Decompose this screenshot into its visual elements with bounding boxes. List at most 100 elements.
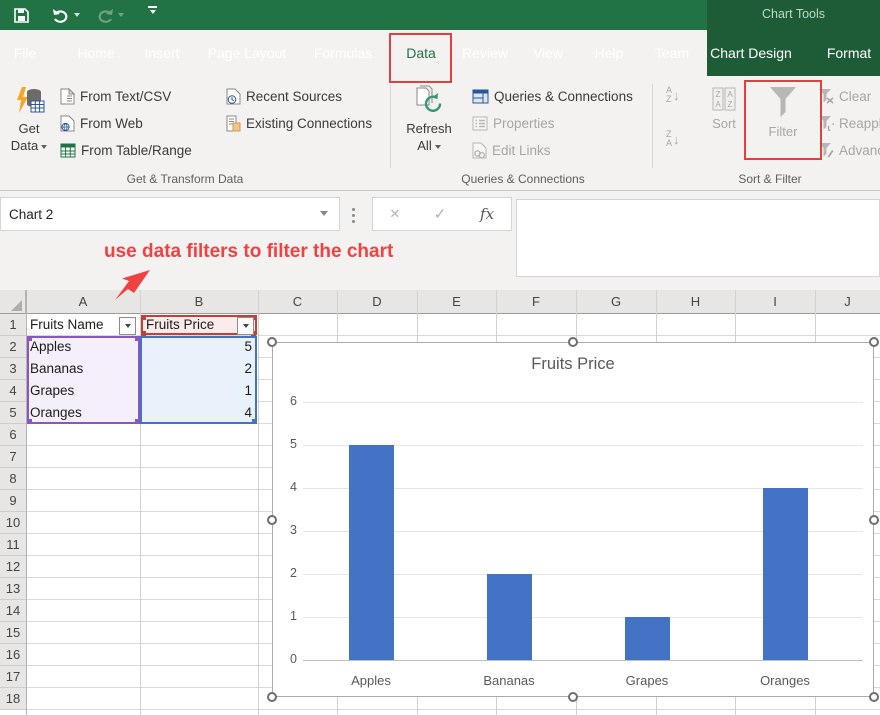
row-header-17[interactable]: 17 <box>0 666 26 688</box>
tab-formulas[interactable]: Formulas <box>306 30 380 76</box>
get-data-button[interactable]: Get Data <box>2 82 56 170</box>
chart-selection-handle[interactable] <box>267 337 277 347</box>
row-header-10[interactable]: 10 <box>0 512 26 534</box>
sort-button[interactable]: ZA AZ Sort <box>698 82 750 170</box>
range-handle-purple[interactable] <box>27 419 32 424</box>
column-header-d[interactable]: D <box>337 290 417 314</box>
row-header-4[interactable]: 4 <box>0 380 26 402</box>
column-header-e[interactable]: E <box>417 290 496 314</box>
chart-bar-oranges[interactable] <box>763 488 808 660</box>
tab-team[interactable]: Team <box>644 30 700 76</box>
row-header-13[interactable]: 13 <box>0 578 26 600</box>
row-header-5[interactable]: 5 <box>0 402 26 424</box>
column-header-j[interactable]: J <box>815 290 880 314</box>
from-web-button[interactable]: From Web <box>60 111 143 135</box>
row-header-9[interactable]: 9 <box>0 490 26 512</box>
chart-selection-handle[interactable] <box>568 692 578 702</box>
name-box-dropdown-icon[interactable] <box>320 211 328 216</box>
cell-b2[interactable]: 5 <box>150 336 252 358</box>
tab-review[interactable]: Review <box>454 30 516 76</box>
column-header-c[interactable]: C <box>258 290 337 314</box>
recent-sources-button[interactable]: Recent Sources <box>226 84 342 108</box>
tab-chart-design[interactable]: Chart Design <box>708 30 794 76</box>
chart-selection-handle[interactable] <box>869 692 879 702</box>
chart-selection-handle[interactable] <box>568 337 578 347</box>
cell-a2[interactable]: Apples <box>30 336 130 358</box>
advanced-filter-button[interactable]: Advanced <box>818 138 880 162</box>
tab-view[interactable]: View <box>522 30 574 76</box>
row-header-12[interactable]: 12 <box>0 556 26 578</box>
reapply-filter-button[interactable]: Reapply <box>818 111 880 135</box>
existing-connections-button[interactable]: Existing Connections <box>226 111 372 135</box>
cell-a4[interactable]: Grapes <box>30 380 130 402</box>
sort-ascending-button[interactable]: AZ↓ <box>666 86 680 104</box>
from-text-csv-button[interactable]: From Text/CSV <box>60 84 171 108</box>
redo-button[interactable] <box>96 6 124 24</box>
tab-insert[interactable]: Insert <box>136 30 188 76</box>
column-header-h[interactable]: H <box>656 290 735 314</box>
row-header-11[interactable]: 11 <box>0 534 26 556</box>
range-handle-purple[interactable] <box>27 336 32 341</box>
filter-dropdown-fruits-name[interactable] <box>119 317 136 335</box>
column-header-i[interactable]: I <box>735 290 815 314</box>
enter-icon[interactable]: ✓ <box>434 205 447 223</box>
row-header-18[interactable]: 18 <box>0 688 26 710</box>
edit-links-button[interactable]: Edit Links <box>472 138 551 162</box>
row-header-3[interactable]: 3 <box>0 358 26 380</box>
range-handle-purple[interactable] <box>135 419 140 424</box>
row-header-1[interactable]: 1 <box>0 314 26 336</box>
undo-dropdown-icon[interactable] <box>74 13 80 17</box>
tab-help[interactable]: Help <box>584 30 634 76</box>
column-header-g[interactable]: G <box>576 290 656 314</box>
fruits-price-chart[interactable]: Fruits Price 0123456ApplesBananasGrapesO… <box>272 342 874 697</box>
tab-file[interactable]: File <box>4 30 46 76</box>
properties-button[interactable]: Properties <box>472 111 555 135</box>
from-table-range-button[interactable]: From Table/Range <box>60 138 192 162</box>
cell-b3[interactable]: 2 <box>150 358 252 380</box>
insert-function-icon[interactable]: fx <box>480 205 494 223</box>
clear-filter-button[interactable]: Clear <box>818 84 871 108</box>
redo-dropdown-icon[interactable] <box>118 13 124 17</box>
tab-format[interactable]: Format <box>818 30 880 76</box>
cell-a1[interactable]: Fruits Name <box>30 314 116 336</box>
cell-a5[interactable]: Oranges <box>30 402 130 424</box>
row-header-15[interactable]: 15 <box>0 622 26 644</box>
chart-selection-handle[interactable] <box>267 692 277 702</box>
undo-button[interactable] <box>52 6 80 24</box>
chart-bar-bananas[interactable] <box>487 574 532 660</box>
cell-a3[interactable]: Bananas <box>30 358 130 380</box>
range-handle-blue[interactable] <box>252 419 257 424</box>
chart-selection-handle[interactable] <box>869 337 879 347</box>
cancel-icon[interactable]: × <box>390 204 400 224</box>
refresh-all-button[interactable]: Refresh All <box>398 82 460 170</box>
chart-selection-handle[interactable] <box>267 515 277 525</box>
range-handle-red[interactable] <box>141 331 146 336</box>
save-button[interactable] <box>14 6 29 24</box>
tab-page-layout[interactable]: Page Layout <box>198 30 296 76</box>
formula-bar-input[interactable] <box>516 199 880 277</box>
row-header-7[interactable]: 7 <box>0 446 26 468</box>
range-handle-purple[interactable] <box>135 336 140 341</box>
formula-bar-drag-handle[interactable] <box>352 206 355 224</box>
sort-descending-button[interactable]: ZA↓ <box>666 130 680 148</box>
row-header-8[interactable]: 8 <box>0 468 26 490</box>
chart-bar-apples[interactable] <box>349 445 394 660</box>
cell-b5[interactable]: 4 <box>150 402 252 424</box>
chart-selection-handle[interactable] <box>869 515 879 525</box>
row-header-16[interactable]: 16 <box>0 644 26 666</box>
customize-qat-button[interactable] <box>148 6 157 24</box>
filter-dropdown-fruits-price[interactable] <box>237 317 254 335</box>
chart-bar-grapes[interactable] <box>625 617 670 660</box>
column-header-b[interactable]: B <box>140 290 258 314</box>
tab-home[interactable]: Home <box>70 30 122 76</box>
cell-b4[interactable]: 1 <box>150 380 252 402</box>
select-all-corner[interactable] <box>0 290 26 314</box>
column-header-f[interactable]: F <box>496 290 576 314</box>
queries-connections-button[interactable]: Queries & Connections <box>472 84 633 108</box>
row-header-14[interactable]: 14 <box>0 600 26 622</box>
row-header-2[interactable]: 2 <box>0 336 26 358</box>
row-header-6[interactable]: 6 <box>0 424 26 446</box>
name-box[interactable]: Chart 2 <box>0 197 340 231</box>
range-handle-red[interactable] <box>141 315 146 320</box>
cell-b1[interactable]: Fruits Price <box>146 314 232 336</box>
